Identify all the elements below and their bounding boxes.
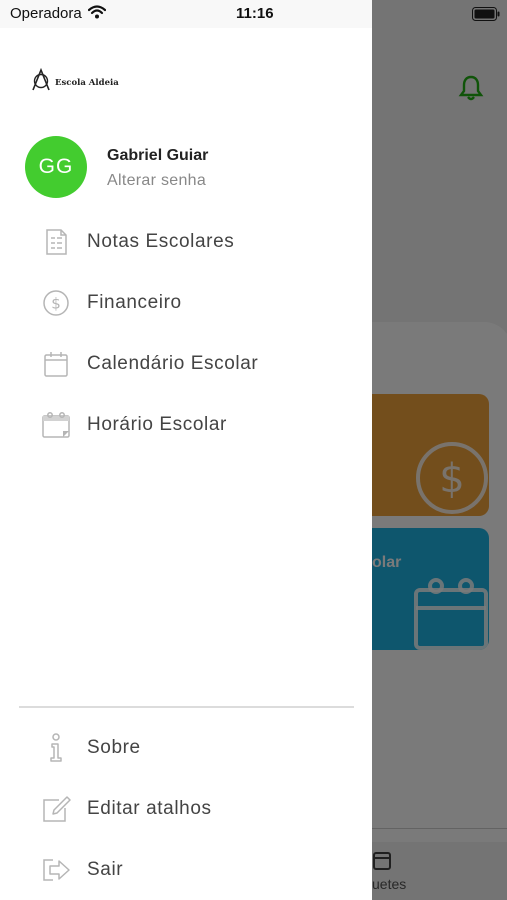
calendar-icon <box>40 350 72 378</box>
menu-item-financeiro[interactable]: $ Financeiro <box>0 279 372 327</box>
menu-item-label: Financeiro <box>87 292 182 313</box>
menu-item-calendario-escolar[interactable]: Calendário Escolar <box>0 340 372 388</box>
user-name: Gabriel Guiar <box>107 147 209 164</box>
menu-divider <box>19 706 354 708</box>
status-time: 11:16 <box>236 5 274 22</box>
report-card-icon <box>40 228 72 256</box>
menu-item-label: Calendário Escolar <box>87 353 259 374</box>
svg-text:$: $ <box>51 295 61 313</box>
logout-icon <box>40 856 72 884</box>
menu-item-label: Sobre <box>87 737 141 758</box>
menu-item-label: Horário Escolar <box>87 414 227 435</box>
menu-item-label: Editar atalhos <box>87 798 212 819</box>
menu-item-sair[interactable]: Sair <box>0 846 372 894</box>
menu-item-label: Sair <box>87 859 124 880</box>
menu-item-sobre[interactable]: Sobre <box>0 724 372 772</box>
edit-icon <box>40 795 72 823</box>
logo-text: Escola Aldeia <box>55 78 119 88</box>
wifi-icon <box>88 5 106 19</box>
status-bar: Operadora 11:16 <box>0 0 507 28</box>
avatar[interactable]: GG <box>25 136 87 198</box>
battery-icon <box>472 7 500 21</box>
menu-item-label: Notas Escolares <box>87 231 235 252</box>
schedule-calendar-icon <box>40 411 72 439</box>
menu-item-editar-atalhos[interactable]: Editar atalhos <box>0 785 372 833</box>
menu-item-horario-escolar[interactable]: Horário Escolar <box>0 401 372 449</box>
logo-icon <box>32 68 50 91</box>
dollar-coin-icon: $ <box>40 289 72 317</box>
change-password-link[interactable]: Alterar senha <box>107 172 206 190</box>
navigation-drawer: Escola Aldeia GG Gabriel Guiar Alterar s… <box>0 28 372 900</box>
menu-item-notas-escolares[interactable]: Notas Escolares <box>0 218 372 266</box>
info-icon <box>40 733 72 762</box>
carrier-label: Operadora <box>10 5 82 22</box>
school-logo: Escola Aldeia <box>30 68 119 92</box>
